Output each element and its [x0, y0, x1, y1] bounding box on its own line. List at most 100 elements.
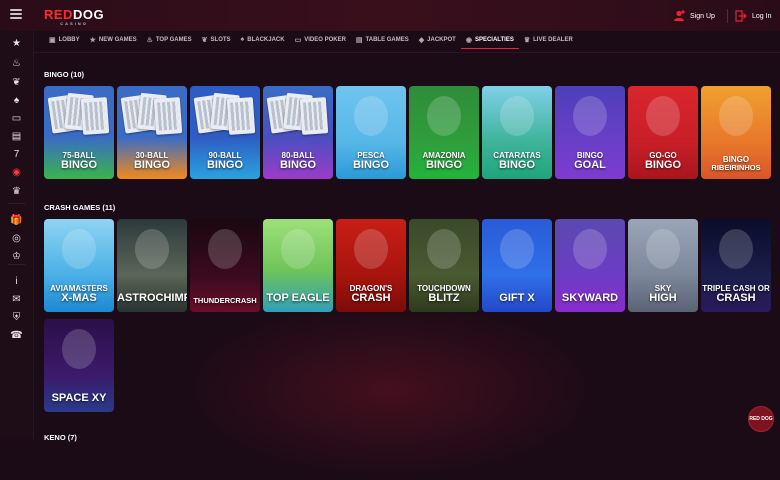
left-sidebar: ★ ♨ ❦ ♠ ▭ ▤ 7 ◉ ♛ 🎁 ◎ ♔ i ✉ ⛨ ☎ — [0, 31, 34, 439]
game-tile[interactable]: ASTROCHIMP — [117, 219, 187, 312]
game-tile[interactable]: 75-BALL BINGO — [44, 86, 114, 179]
spade-icon[interactable]: ♠ — [10, 94, 23, 107]
game-tile[interactable]: 30-BALL BINGO — [117, 86, 187, 179]
game-tile[interactable]: BINGO RIBEIRINHOS — [701, 86, 771, 179]
game-tile[interactable]: CATARATAS BINGO — [482, 86, 552, 179]
game-tile[interactable]: SKY HIGH — [628, 219, 698, 312]
tab-new-games[interactable]: ★ NEW GAMES — [85, 31, 142, 48]
dealer-icon[interactable]: ♛ — [10, 185, 23, 198]
chip-icon[interactable]: ◉ — [10, 166, 23, 179]
game-artwork — [354, 96, 388, 136]
background-glow — [180, 300, 600, 480]
game-artwork — [646, 229, 680, 269]
game-title-line-2: BINGO — [133, 159, 171, 172]
game-title-line-2: CRASH — [716, 292, 756, 305]
tab-top-games[interactable]: ♨ TOP GAMES — [142, 31, 197, 48]
jackpot-icon: ◆ — [418, 36, 425, 44]
game-tile[interactable]: 90-BALL BINGO — [190, 86, 260, 179]
monitor-icon[interactable]: ▭ — [10, 112, 23, 125]
game-artwork — [427, 96, 461, 136]
game-title: 90-BALL BINGO — [190, 151, 260, 172]
game-tile[interactable]: AMAZONIA BINGO — [409, 86, 479, 179]
game-tile[interactable]: THUNDERCRASH — [190, 219, 260, 312]
game-title-line-2: BINGO — [644, 159, 682, 172]
bingo-card-art — [80, 97, 110, 135]
game-title: 30-BALL BINGO — [117, 151, 187, 172]
user-icon — [674, 10, 685, 21]
game-title-line-2: HIGH — [649, 292, 677, 305]
section-title-keno: KENO (7) — [44, 433, 77, 442]
game-title-line-2: SKYWARD — [561, 292, 619, 305]
game-title: SKYWARD — [555, 293, 625, 305]
chat-icon[interactable]: ✉ — [10, 293, 23, 306]
game-title: BINGO GOAL — [555, 151, 625, 172]
game-artwork — [208, 229, 242, 269]
game-artwork — [500, 229, 534, 269]
star-icon[interactable]: ★ — [10, 37, 23, 50]
target-icon[interactable]: ◎ — [10, 232, 23, 245]
brand-logo[interactable]: REDDOG CASINO — [44, 7, 104, 26]
game-title-line-2: GIFT X — [499, 292, 535, 305]
gift-icon[interactable]: 🎁 — [10, 214, 23, 227]
trophy-icon[interactable]: ♔ — [10, 250, 23, 263]
signup-button[interactable]: Sign Up — [673, 10, 715, 22]
tab-jackpot[interactable]: ◆ JACKPOT — [414, 31, 461, 48]
tab-blackjack[interactable]: ♠ BLACKJACK — [236, 31, 290, 48]
game-tile[interactable]: BINGO GOAL — [555, 86, 625, 179]
game-title-line-2: ASTROCHIMP — [117, 292, 187, 305]
tab-live-dealer[interactable]: ♛ LIVE DEALER — [519, 31, 578, 48]
tab-label: VIDEO POKER — [304, 36, 346, 43]
hamburger-menu-icon[interactable] — [10, 9, 22, 19]
tab-label: SLOTS — [210, 36, 231, 43]
game-tile[interactable]: TOP EAGLE — [263, 219, 333, 312]
tab-slots[interactable]: ❦ SLOTS — [197, 31, 236, 48]
tab-label: TABLE GAMES — [365, 36, 409, 43]
game-tile[interactable]: 80-BALL BINGO — [263, 86, 333, 179]
login-button[interactable]: Log In — [735, 10, 771, 22]
cherry-icon: ❦ — [201, 36, 208, 44]
game-title: TRIPLE CASH OR CRASH — [701, 284, 771, 305]
jackpot-icon[interactable]: 7 — [10, 148, 23, 161]
game-tile[interactable]: GIFT X — [482, 219, 552, 312]
tab-table-games[interactable]: ▤ TABLE GAMES — [351, 31, 414, 48]
game-artwork — [573, 96, 607, 136]
game-title: BINGO RIBEIRINHOS — [701, 155, 771, 172]
game-artwork — [354, 229, 388, 269]
game-tile[interactable]: TRIPLE CASH OR CRASH — [701, 219, 771, 312]
game-artwork — [62, 329, 96, 369]
game-title-line-2: SPACE XY — [51, 392, 107, 405]
game-title-line-2: BINGO — [425, 159, 463, 172]
chat-button[interactable]: RED DOG — [748, 406, 774, 432]
sidebar-divider — [8, 203, 25, 204]
support-icon[interactable]: ☎ — [10, 329, 23, 342]
game-title: THUNDERCRASH — [190, 297, 260, 305]
game-tile[interactable]: SPACE XY — [44, 319, 114, 412]
game-tile[interactable]: TOUCHDOWN BLITZ — [409, 219, 479, 312]
lock-icon[interactable]: ⛨ — [10, 311, 23, 324]
game-title-line-2: BINGO — [279, 159, 317, 172]
star-icon: ★ — [89, 36, 96, 44]
game-tile[interactable]: DRAGON'S CRASH — [336, 219, 406, 312]
game-title-line-2: BINGO — [352, 159, 390, 172]
game-title-line-2: TOP EAGLE — [266, 292, 330, 305]
game-title-line-2: THUNDERCRASH — [193, 296, 257, 306]
cards-icon[interactable]: ▤ — [10, 130, 23, 143]
game-title: AMAZONIA BINGO — [409, 151, 479, 172]
flame-icon[interactable]: ♨ — [10, 57, 23, 70]
game-title: CATARATAS BINGO — [482, 151, 552, 172]
game-artwork — [62, 229, 96, 269]
game-tile[interactable]: SKYWARD — [555, 219, 625, 312]
cherry-icon[interactable]: ❦ — [10, 76, 23, 89]
tab-video-poker[interactable]: ▭ VIDEO POKER — [290, 31, 351, 48]
spade-icon: ♠ — [240, 36, 245, 43]
game-artwork — [500, 96, 534, 136]
game-tile[interactable]: AVIAMASTERS X-MAS — [44, 219, 114, 312]
tab-specialties[interactable]: ◉ SPECIALTIES — [460, 31, 519, 49]
game-title: SKY HIGH — [628, 284, 698, 305]
game-tile[interactable]: GO-GO BINGO — [628, 86, 698, 179]
flame-icon: ♨ — [146, 36, 153, 44]
crash-grid: AVIAMASTERS X-MAS ASTROCHIMP THUNDERCRASH TO… — [44, 219, 771, 312]
tab-lobby[interactable]: ▣ LOBBY — [44, 31, 85, 48]
info-icon[interactable]: i — [10, 275, 23, 288]
game-tile[interactable]: PESCA BINGO — [336, 86, 406, 179]
